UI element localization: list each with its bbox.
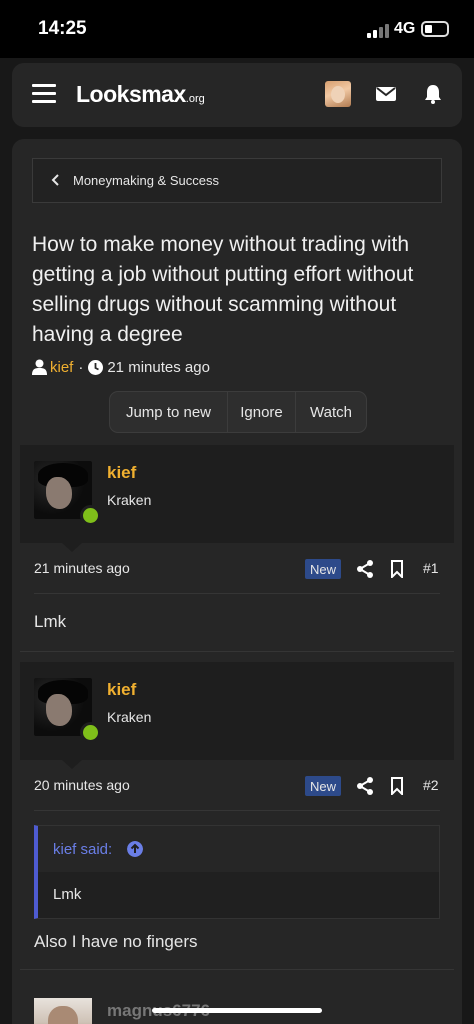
share-icon[interactable] bbox=[357, 560, 373, 578]
new-badge: New bbox=[305, 559, 341, 579]
post-meta-bar: 21 minutes ago New #1 bbox=[34, 559, 440, 580]
post-time[interactable]: 20 minutes ago bbox=[34, 777, 130, 793]
new-badge: New bbox=[305, 776, 341, 796]
jump-to-new-button[interactable]: Jump to new bbox=[110, 392, 228, 432]
post-user-header: kief Kraken bbox=[20, 445, 454, 552]
network-label: 4G bbox=[394, 20, 416, 37]
chevron-left-icon bbox=[51, 174, 59, 186]
divider bbox=[20, 651, 454, 652]
watch-button[interactable]: Watch bbox=[296, 392, 366, 432]
thread-actions: Jump to new Ignore Watch bbox=[109, 391, 367, 433]
quote-text: Lmk bbox=[53, 886, 82, 903]
avatar[interactable] bbox=[34, 998, 92, 1024]
breadcrumb[interactable]: Moneymaking & Success bbox=[32, 158, 442, 203]
post-username[interactable]: kief bbox=[107, 463, 136, 483]
post-user-role: Kraken bbox=[107, 709, 152, 725]
mail-icon[interactable] bbox=[376, 87, 396, 101]
ignore-button[interactable]: Ignore bbox=[228, 392, 296, 432]
post-user-header: kief Kraken bbox=[20, 662, 454, 769]
post-number[interactable]: #2 bbox=[423, 777, 439, 793]
status-bar: 14:25 4G bbox=[0, 0, 474, 58]
post-user-role: Kraken bbox=[107, 492, 152, 508]
thread-author[interactable]: kief bbox=[50, 359, 73, 376]
status-time: 14:25 bbox=[38, 18, 87, 39]
divider bbox=[20, 969, 454, 970]
site-logo[interactable]: Looksmax.org bbox=[76, 81, 205, 108]
thread-meta: kief · 21 minutes ago bbox=[32, 357, 210, 377]
quote-block: kief said: Lmk bbox=[34, 825, 440, 919]
quote-header: kief said: bbox=[38, 826, 439, 872]
post-username[interactable]: kief bbox=[107, 680, 136, 700]
home-indicator[interactable] bbox=[152, 1008, 322, 1013]
user-icon bbox=[32, 359, 47, 375]
post-body: Also I have no fingers bbox=[34, 932, 198, 951]
arrow-up-icon[interactable] bbox=[127, 841, 143, 857]
post-meta-bar: 20 minutes ago New #2 bbox=[34, 776, 440, 797]
site-header: Looksmax.org bbox=[12, 63, 462, 127]
post-number[interactable]: #1 bbox=[423, 560, 439, 576]
logo-text: Looksmax bbox=[76, 81, 186, 107]
bookmark-icon[interactable] bbox=[390, 777, 404, 795]
signal-icon bbox=[367, 24, 389, 38]
quote-author[interactable]: kief said: bbox=[53, 841, 112, 858]
post-time[interactable]: 21 minutes ago bbox=[34, 560, 130, 576]
thread-container: Moneymaking & Success How to make money … bbox=[12, 139, 462, 1024]
logo-tld: .org bbox=[185, 93, 205, 105]
online-indicator bbox=[80, 505, 101, 526]
online-indicator bbox=[80, 722, 101, 743]
menu-icon[interactable] bbox=[32, 84, 56, 104]
thread-title: How to make money without trading with g… bbox=[32, 233, 414, 346]
bookmark-icon[interactable] bbox=[390, 560, 404, 578]
divider bbox=[34, 593, 440, 594]
thread-time: 21 minutes ago bbox=[107, 358, 210, 376]
meta-separator: · bbox=[78, 358, 84, 376]
post-body: Lmk bbox=[34, 612, 67, 631]
clock-icon bbox=[88, 359, 104, 375]
user-avatar[interactable] bbox=[325, 81, 351, 107]
bell-icon[interactable] bbox=[424, 84, 442, 104]
breadcrumb-label: Moneymaking & Success bbox=[73, 173, 219, 188]
divider bbox=[34, 810, 440, 811]
share-icon[interactable] bbox=[357, 777, 373, 795]
